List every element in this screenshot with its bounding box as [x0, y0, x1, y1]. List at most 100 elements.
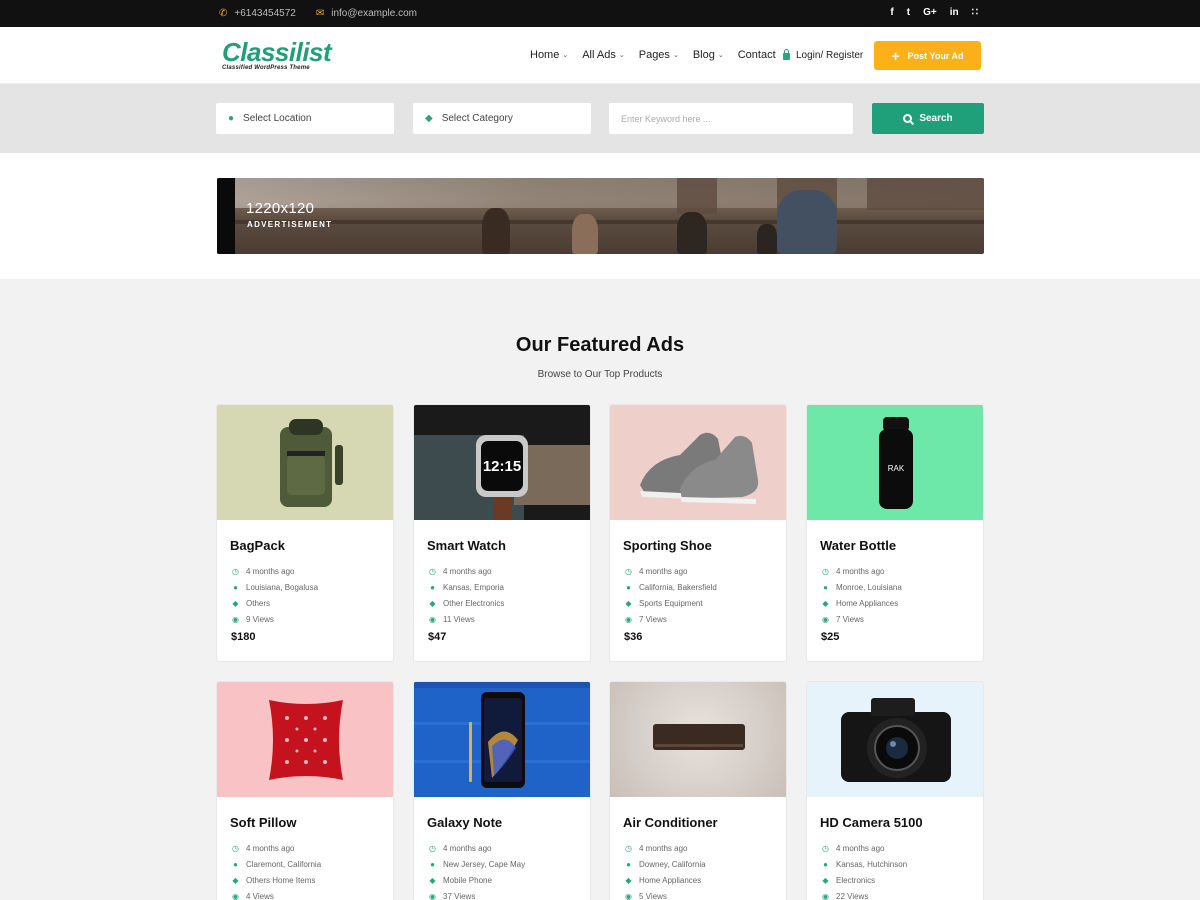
clock-icon: ◷ [625, 566, 632, 576]
ad-location[interactable]: Claremont, California [246, 860, 321, 869]
search-button[interactable]: Search [872, 103, 984, 134]
ad-title[interactable]: Water Bottle [820, 538, 896, 553]
login-register-link[interactable]: Login/ Register [783, 49, 864, 61]
lock-icon [783, 49, 790, 60]
map-pin-icon: ● [233, 859, 238, 869]
nav-home[interactable]: Home ⌄ [530, 49, 568, 61]
email-contact[interactable]: ✉ info@example.com [316, 8, 417, 19]
eye-icon: ◉ [232, 614, 239, 624]
ad-card-soft-pillow[interactable]: Soft Pillow ◷ 4 months ago ● Claremont, Ca… [216, 681, 394, 900]
nav-contact[interactable]: Contact [738, 49, 776, 61]
ad-image[interactable] [217, 682, 393, 797]
ad-location[interactable]: Downey, California [639, 860, 706, 869]
pillow-image [269, 700, 343, 780]
category-select[interactable]: ◆ Select Category [413, 103, 591, 134]
clock-icon: ◷ [822, 566, 829, 576]
ad-category[interactable]: Others Home Items [246, 876, 315, 885]
ad-category[interactable]: Electronics [836, 876, 875, 885]
ad-category[interactable]: Home Appliances [639, 876, 701, 885]
ad-card-water-bottle[interactable]: RAK Water Bottle ◷ 4 months ago ● Monroe, … [806, 404, 984, 662]
map-pin-icon: ● [430, 582, 435, 592]
ad-views-row: ◉ 37 Views [429, 888, 525, 900]
ad-time: 4 months ago [836, 843, 885, 853]
ad-category[interactable]: Others [246, 599, 270, 608]
nav-all-ads-label: All Ads [582, 49, 616, 61]
ad-category-row: ◆ Others Home Items [232, 872, 321, 888]
ad-card-sporting-shoe[interactable]: Sporting Shoe ◷ 4 months ago ● California,… [609, 404, 787, 662]
ad-title[interactable]: Air Conditioner [623, 815, 718, 830]
ad-category-row: ◆ Others [232, 595, 318, 611]
ad-section: 1220x120 ADVERTISEMENT [0, 153, 1200, 279]
ad-card-bagpack[interactable]: BagPack ◷ 4 months ago ● Louisiana, Bogalu… [216, 404, 394, 662]
ad-title[interactable]: HD Camera 5100 [820, 815, 923, 830]
ad-time: 4 months ago [443, 843, 492, 853]
nav-all-ads[interactable]: All Ads ⌄ [582, 49, 625, 61]
banner-person [482, 208, 510, 254]
ad-time: 4 months ago [246, 843, 295, 853]
ad-title[interactable]: Smart Watch [427, 538, 506, 553]
ad-image[interactable] [610, 682, 786, 797]
ad-category[interactable]: Other Electronics [443, 599, 504, 608]
ad-meta: ◷ 4 months ago ● Louisiana, Bogalusa ◆ Othe… [232, 563, 318, 627]
advertisement-banner[interactable]: 1220x120 ADVERTISEMENT [217, 178, 984, 254]
email-address[interactable]: info@example.com [331, 8, 417, 19]
ad-location[interactable]: Louisiana, Bogalusa [246, 583, 318, 592]
post-your-ad-button[interactable]: + Post Your Ad [874, 41, 981, 70]
ad-card-hd-camera[interactable]: HD Camera 5100 ◷ 4 months ago ● Kansas, Hu… [806, 681, 984, 900]
ad-location[interactable]: Monroe, Louisiana [836, 583, 902, 592]
keyword-input[interactable]: Enter Keyword here ... [609, 103, 853, 134]
ad-category[interactable]: Mobile Phone [443, 876, 492, 885]
phone-icon: ✆ [219, 8, 228, 19]
ad-location-row: ● Louisiana, Bogalusa [232, 579, 318, 595]
ad-image[interactable] [807, 682, 983, 797]
ad-views: 37 Views [443, 891, 476, 900]
google-plus-icon[interactable]: G+ [923, 7, 937, 18]
rss-icon[interactable]: ∷ [972, 7, 978, 18]
ad-price: $36 [624, 631, 643, 643]
ad-category[interactable]: Sports Equipment [639, 599, 703, 608]
ad-image[interactable] [414, 682, 590, 797]
ad-image[interactable]: RAK [807, 405, 983, 520]
ad-views: 11 Views [443, 614, 475, 624]
location-select[interactable]: ● Select Location [216, 103, 394, 134]
tag-icon: ◆ [232, 598, 239, 608]
clock-icon: ◷ [232, 566, 239, 576]
ad-location[interactable]: California, Bakersfield [639, 583, 717, 592]
keyword-placeholder: Enter Keyword here ... [621, 113, 711, 124]
ad-card-air-conditioner[interactable]: Air Conditioner ◷ 4 months ago ● Downey, C… [609, 681, 787, 900]
ad-meta: ◷ 4 months ago ● Claremont, California ◆ Ot… [232, 840, 321, 900]
ad-location-row: ● New Jersey, Cape May [429, 856, 525, 872]
login-register-label: Login/ Register [796, 50, 864, 61]
ad-image[interactable] [217, 405, 393, 520]
linkedin-icon[interactable]: in [950, 7, 959, 18]
eye-icon: ◉ [822, 614, 829, 624]
ad-meta: ◷ 4 months ago ● California, Bakersfield ◆… [625, 563, 717, 627]
ad-location[interactable]: Kansas, Hutchinson [836, 860, 907, 869]
ad-image[interactable] [610, 405, 786, 520]
tag-icon: ◆ [625, 875, 632, 885]
ad-title[interactable]: Soft Pillow [230, 815, 296, 830]
ad-title[interactable]: Sporting Shoe [623, 538, 712, 553]
ad-meta: ◷ 4 months ago ● Kansas, Hutchinson ◆ Elect… [822, 840, 907, 900]
ad-views-row: ◉ 7 Views [822, 611, 902, 627]
phone-contact[interactable]: ✆ +6143454572 [219, 8, 296, 19]
site-header: Classilist Classified WordPress Theme Ho… [0, 27, 1200, 84]
ad-image[interactable]: 12:15 [414, 405, 590, 520]
facebook-icon[interactable]: f [890, 7, 893, 18]
ad-time-row: ◷ 4 months ago [625, 563, 717, 579]
ad-title[interactable]: Galaxy Note [427, 815, 502, 830]
ad-title[interactable]: BagPack [230, 538, 285, 553]
search-bar: ● Select Location ◆ Select Category Ente… [0, 84, 1200, 153]
ad-location[interactable]: Kansas, Emporia [443, 583, 504, 592]
twitter-icon[interactable]: t [907, 7, 910, 18]
ad-card-smart-watch[interactable]: 12:15 Smart Watch ◷ 4 months ago ● Kansas,… [413, 404, 591, 662]
site-logo[interactable]: Classilist Classified WordPress Theme [222, 39, 332, 71]
ad-category[interactable]: Home Appliances [836, 599, 898, 608]
social-links: f t G+ in ∷ [890, 7, 978, 18]
nav-blog[interactable]: Blog ⌄ [693, 49, 724, 61]
nav-pages[interactable]: Pages ⌄ [639, 49, 679, 61]
ad-location-row: ● Monroe, Louisiana [822, 579, 902, 595]
phone-number[interactable]: +6143454572 [234, 8, 295, 19]
ad-card-galaxy-note[interactable]: Galaxy Note ◷ 4 months ago ● New Jersey, C… [413, 681, 591, 900]
ad-location[interactable]: New Jersey, Cape May [443, 860, 525, 869]
